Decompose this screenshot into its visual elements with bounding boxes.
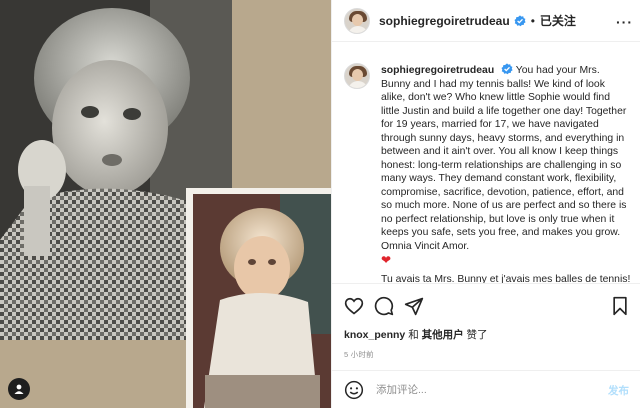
- caption-french: Tu avais ta Mrs. Bunny et j'avais mes ba…: [381, 273, 631, 284]
- share-icon[interactable]: [404, 296, 424, 316]
- avatar[interactable]: [344, 7, 370, 34]
- post-image: [0, 0, 331, 408]
- caption-username[interactable]: sophiegregoiretrudeau: [381, 65, 494, 76]
- post-comment-button[interactable]: 发布: [608, 383, 629, 398]
- caption-section: sophiegregoiretrudeau You had your Mrs. …: [332, 43, 640, 283]
- caption-body: You had your Mrs. Bunny and I had my ten…: [381, 65, 627, 252]
- likes-connector: 和: [405, 329, 422, 341]
- caption-avatar[interactable]: [344, 63, 370, 89]
- user-tag-icon: [14, 384, 24, 394]
- verified-badge-icon: [501, 63, 513, 75]
- heart-emoji: ❤: [381, 253, 392, 267]
- follow-status-button[interactable]: 已关注: [540, 12, 576, 29]
- header-username[interactable]: sophiegregoiretrudeau: [379, 14, 510, 28]
- caption: sophiegregoiretrudeau You had your Mrs. …: [381, 63, 631, 283]
- likes-summary: knox_penny 和 其他用户 赞了: [344, 327, 488, 342]
- comment-bar: 发布: [332, 370, 640, 408]
- likes-user[interactable]: knox_penny: [344, 329, 405, 341]
- comment-input[interactable]: [376, 383, 596, 396]
- post-timestamp[interactable]: 5 小时前: [344, 349, 374, 360]
- bookmark-icon[interactable]: [610, 296, 630, 316]
- likes-others[interactable]: 其他用户: [422, 329, 464, 341]
- more-options-button[interactable]: ···: [616, 14, 633, 30]
- header-separator: •: [530, 13, 535, 28]
- user-tag-button[interactable]: [8, 378, 30, 400]
- post-header: sophiegregoiretrudeau • 已关注 ···: [332, 0, 640, 42]
- emoji-icon[interactable]: [344, 380, 364, 400]
- action-bar: [332, 283, 640, 325]
- post-sidebar: sophiegregoiretrudeau • 已关注 ··· sophiegr…: [331, 0, 640, 408]
- post-photo[interactable]: [0, 0, 331, 408]
- verified-badge-icon: [514, 14, 526, 26]
- likes-suffix: 赞了: [463, 329, 488, 341]
- heart-icon[interactable]: [344, 296, 364, 316]
- comment-icon[interactable]: [374, 296, 394, 316]
